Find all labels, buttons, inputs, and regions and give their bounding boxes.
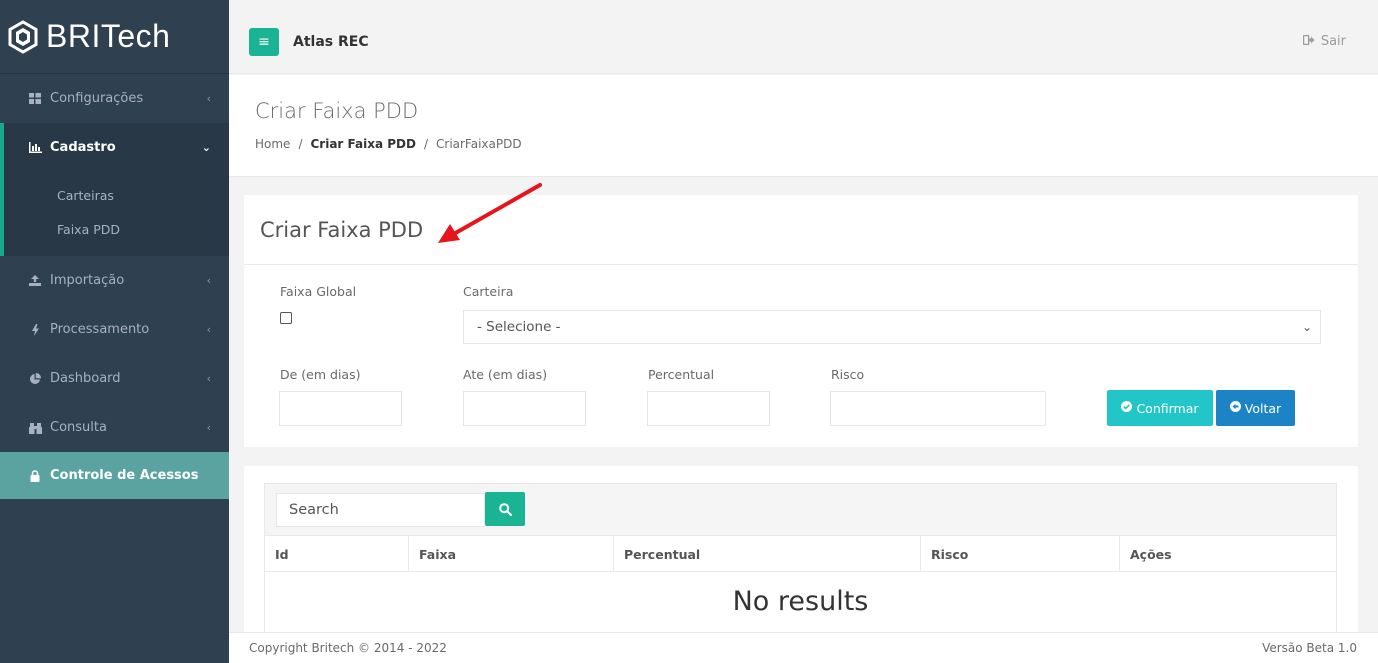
back-button-label: Voltar xyxy=(1244,400,1282,416)
check-circle-icon xyxy=(1121,401,1133,415)
column-header-percentual[interactable]: Percentual xyxy=(613,536,920,572)
sidebar-item-label: Dashboard xyxy=(50,371,121,386)
breadcrumb-separator: / xyxy=(298,137,303,151)
empty-state-text: No results xyxy=(732,586,869,617)
form-title: Criar Faixa PDD xyxy=(260,217,424,242)
percentual-label: Percentual xyxy=(648,367,715,382)
form-card: Criar Faixa PDD Faixa Global Carteira - … xyxy=(244,195,1358,447)
chevron-left-icon: ‹ xyxy=(206,92,211,105)
footer-version: Versão Beta 1.0 xyxy=(1262,641,1357,655)
grid-icon xyxy=(28,93,42,104)
breadcrumb-criar-faixa-pdd[interactable]: Criar Faixa PDD xyxy=(310,137,415,151)
app-title: Atlas REC xyxy=(293,33,369,50)
upload-icon xyxy=(28,275,42,286)
breadcrumb: Home / Criar Faixa PDD / CriarFaixaPDD xyxy=(255,137,1378,151)
annotation-arrow-icon xyxy=(438,183,542,243)
footer: Copyright Britech © 2014 - 2022 Versão B… xyxy=(229,632,1378,663)
sidebar-item-consulta[interactable]: Consulta ‹ xyxy=(0,403,229,452)
breadcrumb-separator: / xyxy=(423,137,428,151)
brand-logo-icon xyxy=(8,19,38,54)
footer-copyright: Copyright Britech © 2014 - 2022 xyxy=(249,641,447,655)
sidebar: BRITech Configurações ‹ Cadastro ⌄ Carte… xyxy=(0,0,229,663)
pie-icon xyxy=(28,372,42,385)
page-title: Criar Faixa PDD xyxy=(255,99,419,123)
page-heading: Criar Faixa PDD Home / Criar Faixa PDD / Cri… xyxy=(229,75,1378,177)
search-button[interactable] xyxy=(485,492,525,526)
topbar: ≡ Atlas REC Sair xyxy=(229,10,1378,74)
table-toolbar: Search xyxy=(265,484,1336,536)
search-input[interactable]: Search xyxy=(276,493,485,527)
back-button[interactable]: Voltar xyxy=(1216,390,1295,426)
risco-input[interactable] xyxy=(830,391,1046,426)
search-icon xyxy=(498,502,512,516)
chevron-left-icon: ‹ xyxy=(206,323,211,336)
sidebar-item-importacao[interactable]: Importação ‹ xyxy=(0,256,229,305)
brand-name: BRITech xyxy=(46,18,171,54)
sidebar-item-label: Importação xyxy=(50,273,125,288)
hamburger-icon: ≡ xyxy=(258,33,270,50)
results-table: Search Id Faixa Percentual Risco Ações N… xyxy=(264,483,1337,633)
de-dias-input[interactable] xyxy=(279,391,402,426)
sidebar-item-configuracoes[interactable]: Configurações ‹ xyxy=(0,74,229,123)
sidebar-item-label: Cadastro xyxy=(50,140,116,155)
carteira-select-value: - Selecione - xyxy=(477,319,561,335)
chevron-left-icon: ‹ xyxy=(206,421,211,434)
percentual-input[interactable] xyxy=(647,391,770,426)
sidebar-item-controle-de-acessos[interactable]: Controle de Acessos xyxy=(0,452,229,499)
arrow-circle-left-icon xyxy=(1229,401,1241,415)
confirm-button[interactable]: Confirmar xyxy=(1107,390,1213,426)
cadastro-submenu: Carteiras Faixa PDD xyxy=(0,172,229,256)
logout-link[interactable]: Sair xyxy=(1302,34,1346,49)
chart-icon xyxy=(28,142,42,153)
sign-out-icon xyxy=(1302,35,1315,48)
sidebar-item-processamento[interactable]: Processamento ‹ xyxy=(0,305,229,354)
de-dias-label: De (em dias) xyxy=(280,367,361,382)
sidebar-subitem-carteiras[interactable]: Carteiras xyxy=(4,178,229,212)
logout-label: Sair xyxy=(1320,34,1346,49)
brand[interactable]: BRITech xyxy=(0,0,229,74)
sidebar-item-label: Controle de Acessos xyxy=(50,468,199,483)
sidebar-item-label: Consulta xyxy=(50,420,107,435)
binoculars-icon xyxy=(28,422,42,434)
chevron-down-icon: ⌄ xyxy=(201,141,211,154)
results-card: Search Id Faixa Percentual Risco Ações N… xyxy=(244,466,1358,636)
form-card-header: Criar Faixa PDD xyxy=(244,195,1358,265)
lock-icon xyxy=(28,469,42,482)
sidebar-item-label: Processamento xyxy=(50,322,150,337)
sidebar-subitem-faixa-pdd[interactable]: Faixa PDD xyxy=(4,212,229,246)
column-header-faixa[interactable]: Faixa xyxy=(408,536,613,572)
faixa-global-checkbox[interactable] xyxy=(280,312,292,324)
ate-dias-label: Ate (em dias) xyxy=(463,367,548,382)
sidebar-item-label: Configurações xyxy=(50,91,144,106)
column-header-acoes[interactable]: Ações xyxy=(1119,536,1338,572)
bolt-icon xyxy=(28,323,42,336)
sidebar-item-dashboard[interactable]: Dashboard ‹ xyxy=(0,354,229,403)
breadcrumb-home[interactable]: Home xyxy=(255,137,290,151)
confirm-button-label: Confirmar xyxy=(1136,400,1199,416)
faixa-global-label: Faixa Global xyxy=(280,284,357,299)
risco-label: Risco xyxy=(831,367,865,382)
ate-dias-input[interactable] xyxy=(463,391,586,426)
chevron-left-icon: ‹ xyxy=(206,274,211,287)
carteira-select[interactable]: - Selecione - ⌄ xyxy=(463,310,1321,344)
carteira-label: Carteira xyxy=(463,284,514,299)
column-header-risco[interactable]: Risco xyxy=(920,536,1119,572)
chevron-down-icon: ⌄ xyxy=(1301,320,1312,334)
sidebar-item-cadastro[interactable]: Cadastro ⌄ xyxy=(0,123,229,172)
menu-toggle-button[interactable]: ≡ xyxy=(249,27,279,56)
chevron-left-icon: ‹ xyxy=(206,372,211,385)
table-header: Id Faixa Percentual Risco Ações xyxy=(265,536,1336,572)
search-placeholder: Search xyxy=(289,502,339,518)
column-header-id[interactable]: Id xyxy=(265,536,408,572)
breadcrumb-current: CriarFaixaPDD xyxy=(436,137,522,151)
